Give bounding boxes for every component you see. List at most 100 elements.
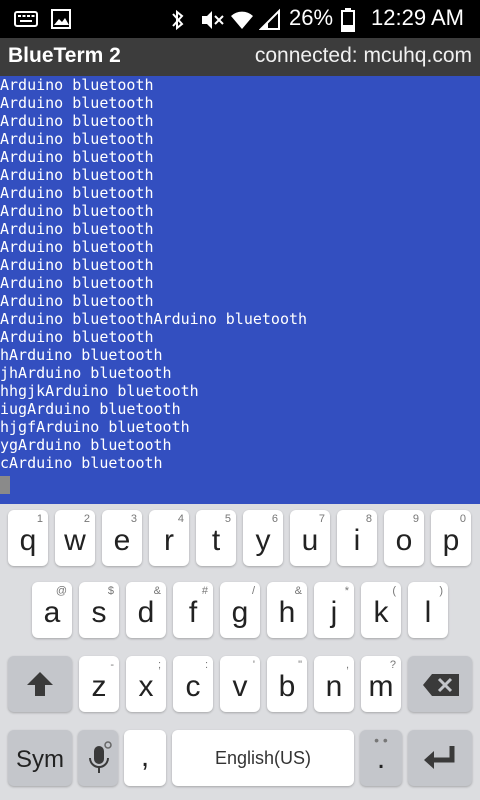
key-j[interactable]: * j [314,582,354,638]
terminal-line: Arduino bluetooth [0,166,154,184]
terminal-line: Arduino bluetooth [0,184,154,202]
key-n[interactable]: ,n [314,656,354,712]
key-m[interactable]: ? m [361,656,401,712]
key-label: l [424,596,432,629]
key-label: u [301,524,319,557]
key-o[interactable]: 9o [384,510,424,566]
battery-percent: 26% [289,5,334,30]
bluetooth-icon [169,7,191,31]
key-label: h [278,596,296,629]
key-label: t [211,524,221,557]
key-label: f [188,596,198,629]
terminal-line: hhgjkArduino bluetooth [0,382,199,400]
enter-icon [424,746,455,769]
comma-key[interactable]: , [124,730,166,786]
clock: 12:29 AM [371,5,464,30]
terminal-line: jhArduino bluetooth [0,364,172,382]
comma-label: , [140,740,150,773]
terminal-line: Arduino bluetooth [0,256,154,274]
key-g[interactable]: / g [220,582,260,638]
key-c[interactable]: :c [173,656,213,712]
space-key[interactable]: English(US) [172,730,354,786]
key-x[interactable]: ; x [126,656,166,712]
terminal-lines: Arduino bluetooth Arduino bluetooth Arduin… [0,76,480,472]
terminal-line: Arduino bluetooth [0,130,154,148]
app-title-bar: BlueTerm 2 connected: mcuhq.com [0,38,480,76]
key-p[interactable]: 0p [431,510,471,566]
keyboard-row-1: 1q2w3e4r5t6y7u8i9o0p [0,510,480,570]
key-r[interactable]: 4r [149,510,189,566]
terminal-output[interactable]: Arduino bluetooth Arduino bluetooth Arduin… [0,76,480,504]
sym-key[interactable]: Sym [8,730,72,786]
key-label: o [395,524,413,557]
app-title: BlueTerm 2 [8,44,121,67]
key-label: y [255,524,271,557]
terminal-line: hArduino bluetooth [0,346,163,364]
key-label: a [43,596,61,629]
status-bar: 26% 12:29 AM [0,0,480,38]
key-label: v [232,670,248,703]
enter-key[interactable] [408,730,472,786]
terminal-line: Arduino bluetoothArduino bluetooth [0,310,308,328]
key-label: q [19,524,37,557]
key-q[interactable]: 1q [8,510,48,566]
terminal-line: Arduino bluetooth [0,94,154,112]
key-h[interactable]: & h [267,582,307,638]
key-label: i [353,524,361,557]
terminal-line: Arduino bluetooth [0,76,154,94]
terminal-line: Arduino bluetooth [0,220,154,238]
terminal-line: ygArduino bluetooth [0,436,172,454]
key-y[interactable]: 6y [243,510,283,566]
key-i[interactable]: 8i [337,510,377,566]
terminal-line: Arduino bluetooth [0,112,154,130]
backspace-key[interactable] [408,656,472,712]
connection-status: connected: mcuhq.com [254,44,472,67]
key-label: m [368,670,394,703]
key-v[interactable]: ' v [220,656,260,712]
key-w[interactable]: 2w [55,510,95,566]
key-label: w [64,524,86,557]
key-f[interactable]: # f [173,582,213,638]
key-label: b [278,670,296,703]
battery-icon [341,7,363,32]
terminal-line: iugArduino bluetooth [0,400,181,418]
key-k[interactable]: (k [361,582,401,638]
key-t[interactable]: 5t [196,510,236,566]
terminal-line: Arduino bluetooth [0,274,154,292]
terminal-line: Arduino bluetooth [0,238,154,256]
sym-label: Sym [16,746,64,773]
shift-key[interactable] [8,656,72,712]
key-b[interactable]: " b [267,656,307,712]
key-label: k [373,596,389,629]
key-label: e [113,524,131,557]
terminal-line: Arduino bluetooth [0,148,154,166]
key-d[interactable]: & d [126,582,166,638]
key-label: d [137,596,155,629]
key-a[interactable]: @ a [32,582,72,638]
key-u[interactable]: 7u [290,510,330,566]
shift-icon [27,672,53,696]
backspace-icon [423,674,459,696]
key-s[interactable]: $ s [79,582,119,638]
soft-keyboard: 1q2w3e4r5t6y7u8i9o0p @ a $ s & d # f / g & h * j(k) l … [0,504,480,800]
period-key[interactable]: • • . [360,730,402,786]
key-z[interactable]: -z [79,656,119,712]
key-label: s [91,596,107,629]
key-label: r [164,524,174,557]
key-label: j [330,596,338,629]
image-icon [50,8,72,30]
wifi-icon [229,7,253,29]
keyboard-row-2: @ a $ s & d # f / g & h * j(k) l [0,582,480,642]
key-l[interactable]: ) l [408,582,448,638]
terminal-line: Arduino bluetooth [0,328,154,346]
key-label: x [138,670,154,703]
period-label: . [376,742,386,775]
signal-icon [258,7,281,30]
key-e[interactable]: 3e [102,510,142,566]
voice-input-key[interactable] [78,730,118,786]
key-label: g [231,596,249,629]
key-label: z [91,670,107,703]
space-label: English(US) [214,748,312,768]
microphone-icon [89,741,112,773]
key-label: c [185,670,201,703]
